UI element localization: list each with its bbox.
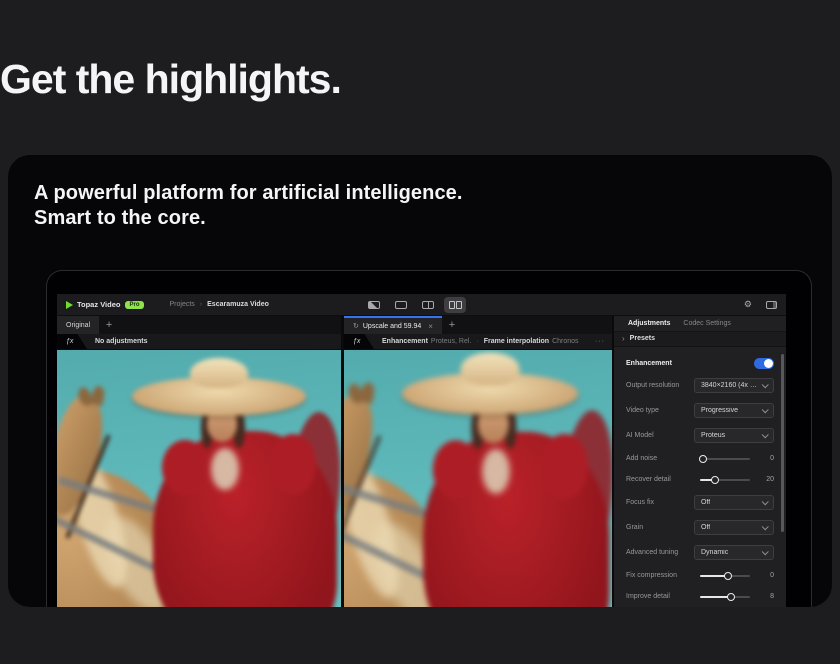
page-title: Get the highlights. (0, 56, 341, 103)
view-mode-side-by-side-button[interactable] (444, 297, 466, 313)
focus-fix-row: Focus fix Off (626, 490, 774, 515)
card-copy-line-1: A powerful platform for artificial intel… (34, 182, 463, 204)
tab-upscale[interactable]: ↻ Upscale and 59.94 × (344, 316, 442, 334)
chevron-down-icon (762, 523, 769, 530)
ai-model-row: AI Model Proteus (626, 423, 774, 448)
split-view-icon (422, 301, 434, 309)
video-type-dropdown[interactable]: Progressive (694, 403, 774, 418)
video-preview-left[interactable] (57, 350, 341, 607)
recover-detail-row: Recover detail 20 (626, 469, 774, 490)
ai-model-dropdown[interactable]: Proteus (694, 428, 774, 443)
side-by-side-icon (449, 301, 462, 309)
chevron-right-icon: › (200, 301, 202, 308)
chevron-down-icon (762, 498, 769, 505)
chevron-down-icon (762, 431, 769, 438)
presets-label: Presets (630, 335, 655, 342)
card-copy: A powerful platform for artificial intel… (34, 181, 463, 231)
recover-detail-slider[interactable] (700, 475, 750, 485)
right-tabstrip: ↻ Upscale and 59.94 × + (344, 316, 612, 334)
view-mode-group (363, 294, 466, 316)
video-type-row: Video type Progressive (626, 398, 774, 423)
brand-play-icon (66, 301, 73, 309)
chevron-down-icon (762, 406, 769, 413)
app-topbar: Topaz Video Pro Projects › Escaramuza Vi… (57, 294, 786, 316)
view-mode-diagonal-button[interactable] (363, 297, 385, 313)
video-frame-right (344, 350, 612, 607)
right-infobar: ƒx Enhancement Proteus, Rel. · Frame int… (344, 334, 612, 350)
close-tab-icon[interactable]: × (428, 322, 433, 331)
app-window: Topaz Video Pro Projects › Escaramuza Vi… (57, 294, 786, 607)
enhancement-toggle[interactable] (754, 358, 774, 369)
grain-row: Grain Off (626, 515, 774, 540)
page: { "page": { "heading": "Get the highligh… (0, 0, 840, 664)
highlight-card: A powerful platform for artificial intel… (8, 155, 832, 607)
add-tab-button-right[interactable]: + (442, 316, 462, 334)
left-tabstrip: Original + (57, 316, 341, 334)
breadcrumb: Projects › Escaramuza Video (170, 301, 269, 308)
left-info-text: No adjustments (95, 338, 148, 345)
info-frame-value: Chronos (552, 338, 578, 345)
sidebar-scrollbar[interactable] (781, 354, 784, 532)
topbar-right-group: ⚙ (744, 300, 777, 309)
left-infobar: ƒx No adjustments (57, 334, 341, 350)
refresh-icon: ↻ (353, 322, 359, 330)
add-tab-button[interactable]: + (99, 316, 119, 334)
focus-fix-dropdown[interactable]: Off (694, 495, 774, 510)
single-view-icon (395, 301, 407, 309)
breadcrumb-projects[interactable]: Projects (170, 301, 195, 308)
info-frame-label: Frame interpolation (484, 338, 549, 345)
advanced-tuning-dropdown[interactable]: Dynamic (694, 545, 774, 560)
chevron-right-icon: › (622, 334, 625, 343)
add-noise-row: Add noise 0 (626, 448, 774, 469)
device-frame: Topaz Video Pro Projects › Escaramuza Vi… (46, 270, 812, 607)
sidebar: Adjustments Codec Settings › Presets Enh… (614, 316, 786, 607)
add-noise-slider[interactable] (700, 454, 750, 464)
breadcrumb-current: Escaramuza Video (207, 301, 269, 308)
presets-row[interactable]: › Presets (614, 332, 786, 347)
workspace: Original + ƒx No adjustments (57, 316, 786, 607)
improve-detail-row: Improve detail 8 (626, 586, 774, 607)
info-enhancement-value: Proteus, Rel. (431, 338, 471, 345)
view-mode-single-button[interactable] (390, 297, 412, 313)
output-resolution-dropdown[interactable]: 3840×2160 (4x … (694, 378, 774, 393)
diagonal-split-icon (368, 301, 380, 309)
sidebar-content: Enhancement Output resolution 3840×2160 … (614, 347, 786, 607)
tab-adjustments[interactable]: Adjustments (628, 320, 670, 327)
fix-compression-slider[interactable] (700, 571, 750, 581)
fx-icon: ƒx (344, 334, 374, 349)
enhancement-row: Enhancement (626, 353, 774, 373)
improve-detail-slider[interactable] (700, 592, 750, 602)
original-panel: Original + ƒx No adjustments (57, 316, 341, 607)
settings-gear-button[interactable]: ⚙ (744, 300, 752, 309)
fix-compression-row: Fix compression 0 (626, 565, 774, 586)
pro-badge: Pro (125, 301, 143, 309)
grain-dropdown[interactable]: Off (694, 520, 774, 535)
video-frame-left (57, 350, 341, 607)
output-resolution-row: Output resolution 3840×2160 (4x … (626, 373, 774, 398)
view-mode-split-button[interactable] (417, 297, 439, 313)
chevron-down-icon (762, 548, 769, 555)
enhancement-label: Enhancement (626, 360, 672, 367)
upscale-panel: ↻ Upscale and 59.94 × + ƒx Enhancement P… (344, 316, 612, 607)
advanced-tuning-row: Advanced tuning Dynamic (626, 540, 774, 565)
tab-original[interactable]: Original (57, 316, 99, 334)
card-copy-line-2: Smart to the core. (34, 207, 206, 229)
info-enhancement-label: Enhancement (382, 338, 428, 345)
info-separator: · (476, 338, 478, 345)
brand-name: Topaz Video (77, 300, 120, 309)
sidebar-tabs: Adjustments Codec Settings (614, 316, 786, 332)
tab-codec-settings[interactable]: Codec Settings (683, 320, 730, 327)
more-options-icon[interactable]: ··· (595, 338, 605, 345)
fx-icon: ƒx (57, 334, 87, 349)
video-preview-right[interactable] (344, 350, 612, 607)
panel-toggle-button[interactable] (766, 301, 777, 309)
chevron-down-icon (762, 381, 769, 388)
